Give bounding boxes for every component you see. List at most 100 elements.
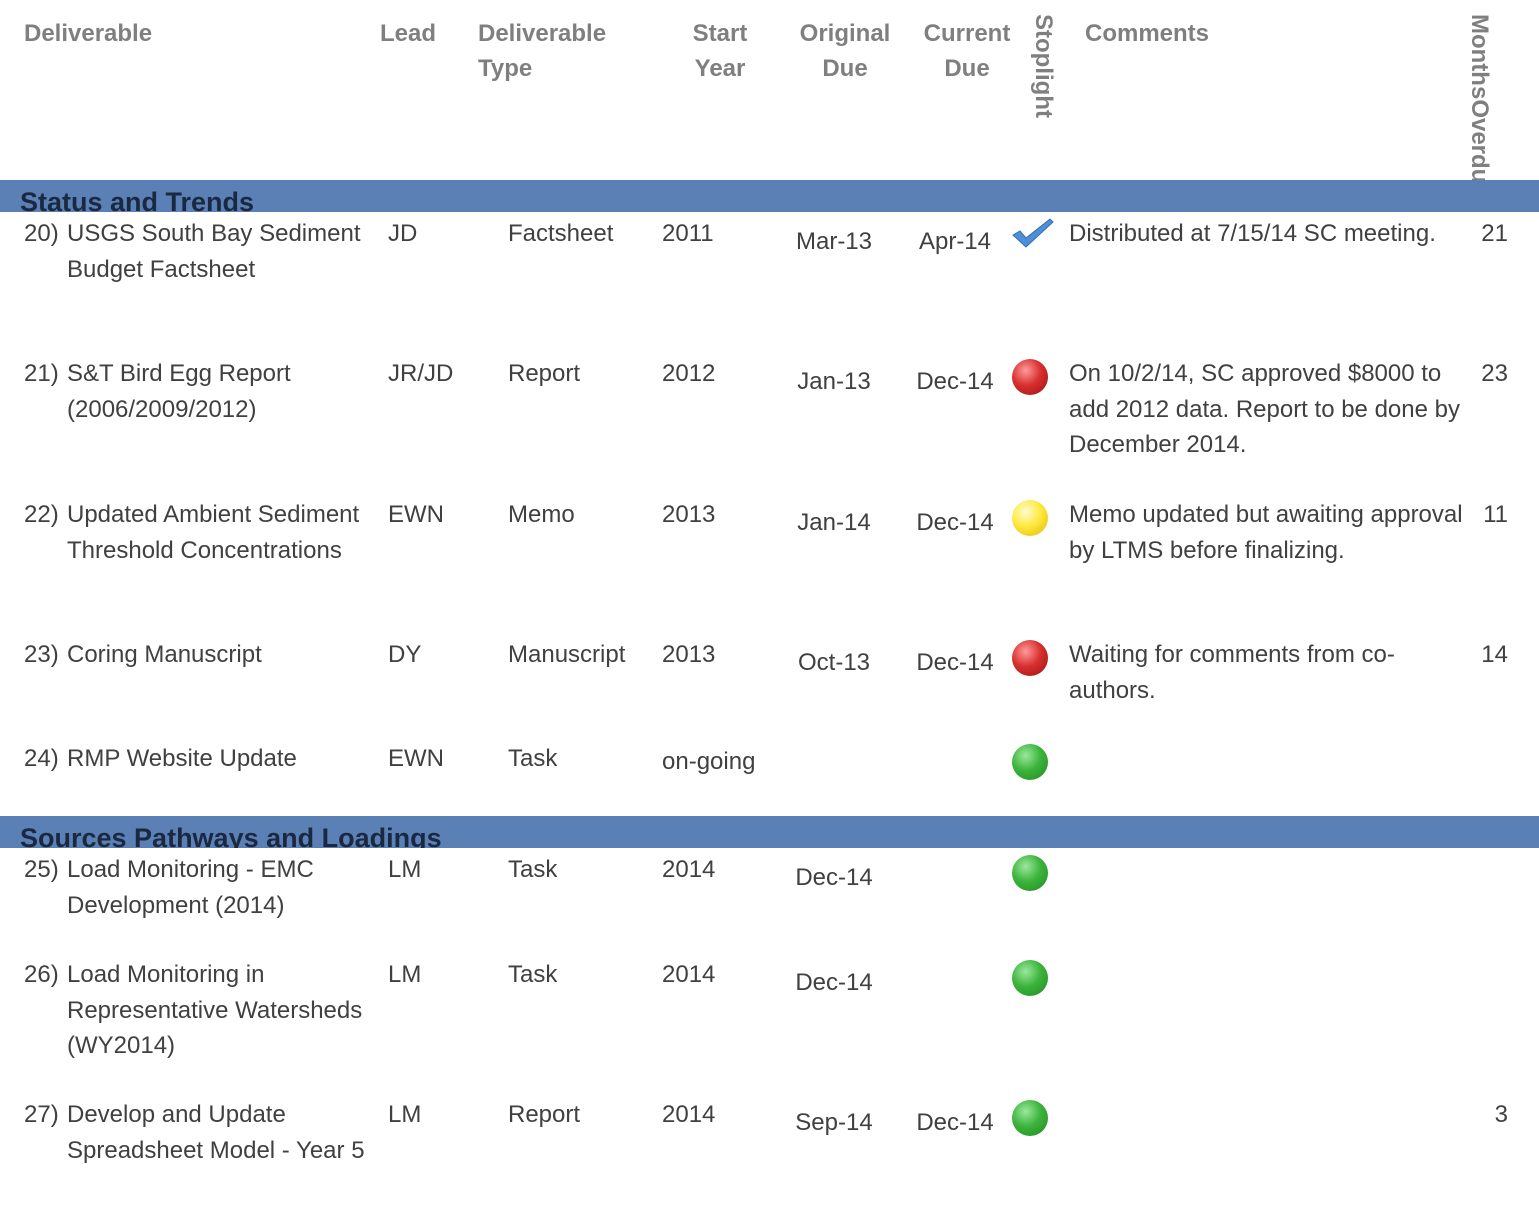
lead-initials: EWN	[388, 745, 444, 772]
deliverable-type: Task	[508, 856, 558, 883]
deliverable-name: Load Monitoring - EMC Development (2014)	[67, 856, 314, 919]
comment-text: Distributed at 7/15/14 SC meeting.	[1069, 220, 1436, 247]
header-current-due-line1: Current	[923, 20, 1011, 47]
table-row: 20) USGS South Bay Sediment Budget Facts…	[0, 216, 1539, 346]
current-due: Dec-14	[916, 509, 994, 536]
header-start-year: Start Year	[680, 16, 760, 86]
deliverable-type: Manuscript	[508, 641, 626, 668]
yellow-light-icon	[1012, 500, 1048, 536]
deliverable-name: RMP Website Update	[67, 745, 297, 772]
start-year: on-going	[662, 748, 756, 775]
stoplight-cell	[1010, 216, 1054, 256]
header-months: Months	[1466, 14, 1493, 100]
start-year: 2013	[662, 501, 716, 528]
header-original-due: Original Due	[785, 16, 905, 86]
header-comments: Comments	[1085, 20, 1210, 47]
stoplight-cell	[1010, 1097, 1052, 1137]
lead-initials: LM	[388, 961, 422, 988]
deliverable-type: Task	[508, 745, 558, 772]
header-current-due-line2: Due	[944, 55, 990, 82]
deliverable-type: Memo	[508, 501, 575, 528]
section-bar-status-and-trends: Status and Trends	[0, 180, 1539, 212]
lead-initials: DY	[388, 641, 422, 668]
green-light-icon	[1012, 960, 1048, 996]
header-current-due: Current Due	[912, 16, 1022, 86]
current-due: Dec-14	[916, 1109, 994, 1136]
row-number: 23)	[24, 641, 59, 668]
row-number: 27)	[24, 1101, 59, 1128]
row-number: 25)	[24, 856, 59, 883]
header-lead: Lead	[380, 20, 437, 47]
months-overdue: 11	[1483, 501, 1508, 528]
start-year: 2012	[662, 360, 716, 387]
months-overdue: 21	[1481, 220, 1508, 247]
months-overdue: 14	[1481, 641, 1508, 668]
original-due: Dec-14	[795, 969, 873, 996]
deliverable-type: Report	[508, 360, 581, 387]
stoplight-cell	[1010, 497, 1052, 537]
deliverable-name: S&T Bird Egg Report (2006/2009/2012)	[67, 360, 291, 423]
header-months-overdue: MonthsOverdue	[1436, 14, 1493, 197]
months-overdue: 3	[1494, 1101, 1508, 1128]
section-title: Status and Trends	[20, 187, 255, 212]
deliverable-type: Report	[508, 1101, 581, 1128]
row-number: 21)	[24, 360, 59, 387]
green-light-icon	[1012, 1100, 1048, 1136]
deliverable-type: Factsheet	[508, 220, 614, 247]
green-light-icon	[1012, 744, 1048, 780]
deliverable-name: Load Monitoring in Representative Waters…	[67, 961, 363, 1059]
stoplight-cell	[1010, 852, 1052, 892]
start-year: 2014	[662, 856, 716, 883]
original-due: Mar-13	[795, 228, 873, 255]
current-due: Dec-14	[916, 368, 994, 395]
row-number: 20)	[24, 220, 59, 247]
original-due: Oct-13	[797, 649, 871, 676]
lead-initials: LM	[388, 1101, 422, 1128]
deliverable-name: Coring Manuscript	[67, 641, 262, 668]
red-light-icon	[1012, 640, 1048, 676]
stoplight-cell	[1010, 957, 1052, 997]
original-due: Dec-14	[795, 864, 873, 891]
start-year: 2011	[662, 220, 714, 247]
header-deliverable-type-line1: Deliverable	[478, 20, 607, 47]
header-start-year-line1: Start	[692, 20, 748, 47]
current-due: Dec-14	[916, 649, 994, 676]
row-number: 26)	[24, 961, 59, 988]
deliverable-name: Updated Ambient Sediment Threshold Conce…	[67, 501, 360, 564]
header-original-due-line2: Due	[822, 55, 868, 82]
table-row: 27) Develop and Update Spreadsheet Model…	[0, 1097, 1539, 1227]
original-due: Sep-14	[795, 1109, 873, 1136]
deliverable-name: Develop and Update Spreadsheet Model - Y…	[67, 1101, 365, 1164]
lead-initials: EWN	[388, 501, 444, 528]
deliverable-type: Task	[508, 961, 558, 988]
comment-text: Waiting for comments from co-authors.	[1069, 641, 1395, 704]
header-deliverable-type-line2: Type	[478, 55, 533, 82]
section-title: Sources Pathways and Loadings	[20, 823, 442, 848]
start-year: 2014	[662, 961, 716, 988]
green-light-icon	[1012, 855, 1048, 891]
header-deliverable-type: Deliverable Type	[478, 16, 606, 86]
header-deliverable: Deliverable	[24, 20, 153, 47]
red-light-icon	[1012, 359, 1048, 395]
stoplight-cell	[1010, 637, 1052, 677]
deliverable-name: USGS South Bay Sediment Budget Factsheet	[67, 220, 361, 283]
section-bar-sources-pathways-loadings: Sources Pathways and Loadings	[0, 816, 1539, 848]
table-row: 21) S&T Bird Egg Report (2006/2009/2012)…	[0, 356, 1539, 486]
table-row: 22) Updated Ambient Sediment Threshold C…	[0, 497, 1539, 627]
row-number: 24)	[24, 745, 59, 772]
original-due: Jan-14	[797, 509, 871, 536]
comment-text: On 10/2/14, SC approved $8000 to add 201…	[1069, 360, 1460, 458]
stoplight-cell	[1010, 741, 1052, 781]
current-due: Apr-14	[918, 228, 992, 255]
checkmark-icon	[1012, 218, 1054, 248]
lead-initials: LM	[388, 856, 422, 883]
start-year: 2013	[662, 641, 716, 668]
original-due: Jan-13	[797, 368, 871, 395]
header-original-due-line1: Original	[799, 20, 891, 47]
lead-initials: JD	[388, 220, 418, 247]
start-year: 2014	[662, 1101, 716, 1128]
stoplight-cell	[1010, 356, 1052, 396]
comment-text: Memo updated but awaiting approval by LT…	[1069, 501, 1463, 564]
months-overdue: 23	[1481, 360, 1508, 387]
lead-initials: JR/JD	[388, 360, 454, 387]
